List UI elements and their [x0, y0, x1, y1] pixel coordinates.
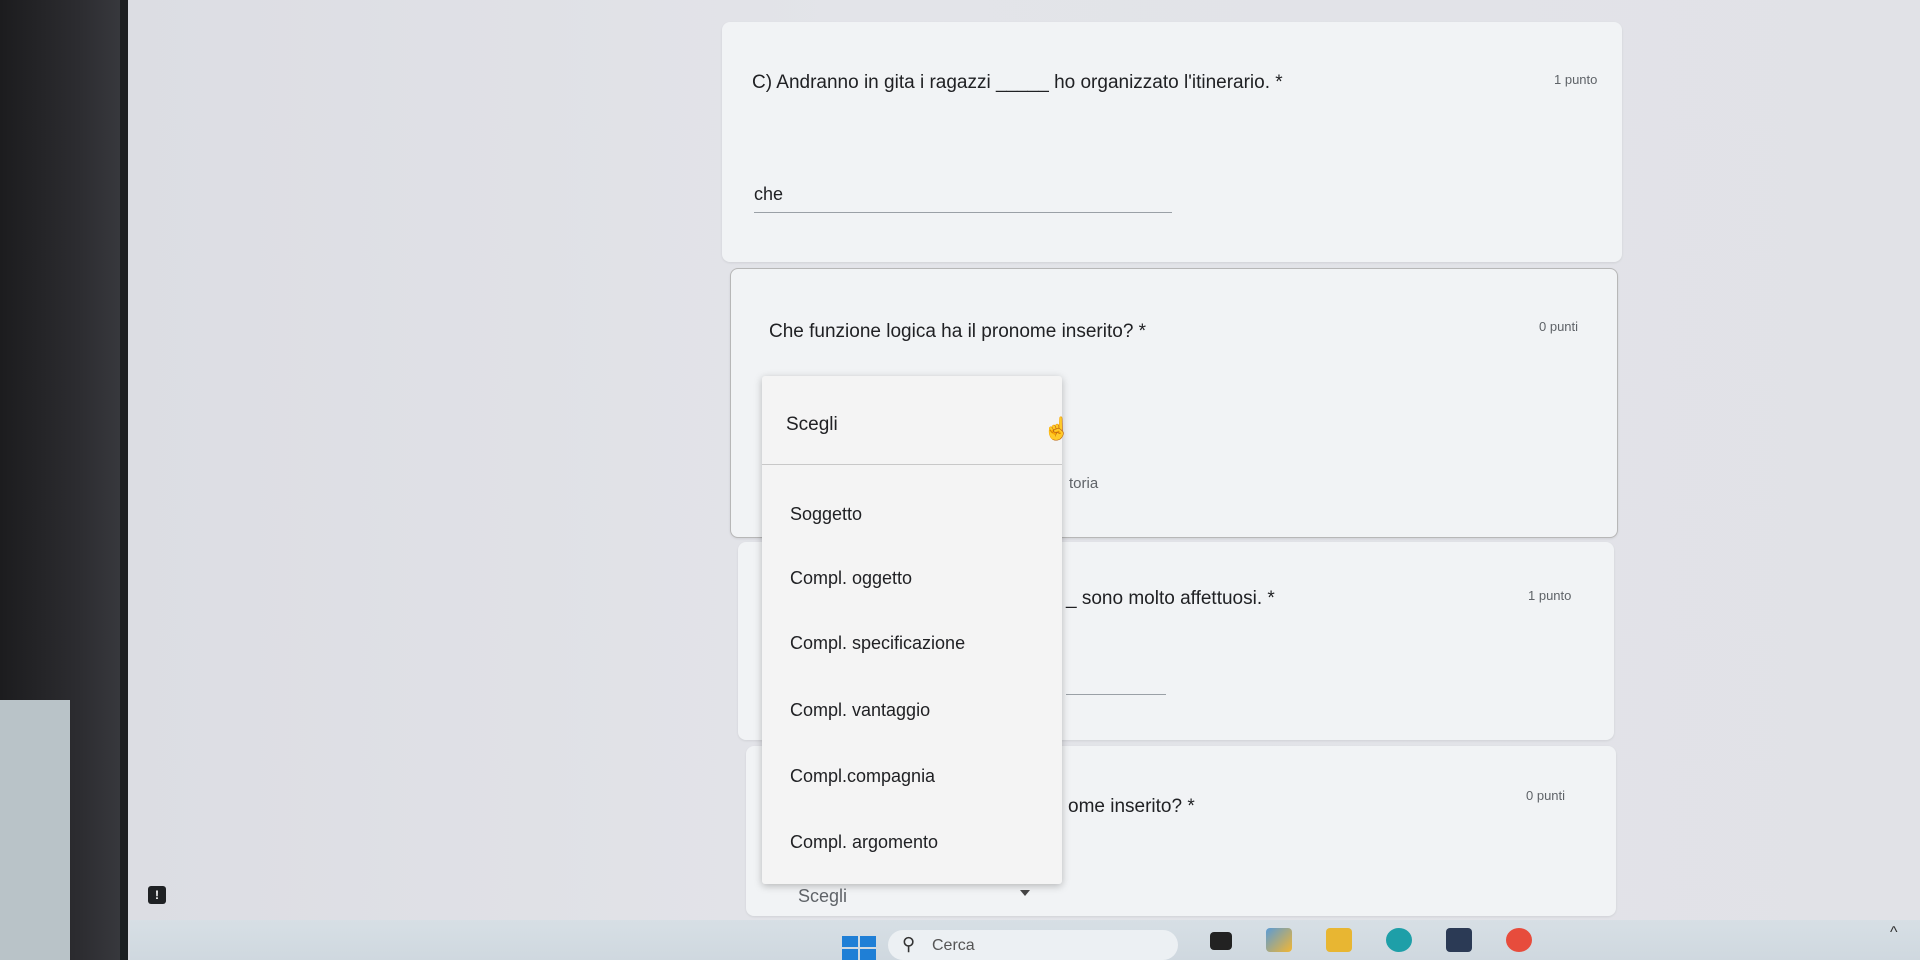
search-icon: ⚲: [902, 934, 916, 954]
taskbar: ⚲ Cerca ^: [130, 920, 1920, 960]
store-icon[interactable]: [1446, 928, 1472, 952]
question-text: ome inserito? *: [1068, 796, 1195, 817]
question-card-1: C) Andranno in gita i ragazzi _____ ho o…: [722, 22, 1622, 262]
points-label: 1 punto: [1528, 588, 1572, 603]
points-label: 1 punto: [1554, 72, 1598, 87]
hand-cursor-icon: ☝: [1043, 416, 1071, 441]
answer-select[interactable]: Scegli: [780, 880, 1040, 920]
dropdown-option[interactable]: Compl. argomento: [790, 832, 938, 853]
widgets-icon[interactable]: [1266, 928, 1292, 952]
task-view-icon[interactable]: [1210, 932, 1232, 950]
question-text: C) Andranno in gita i ragazzi _____ ho o…: [752, 72, 1283, 93]
answer-underline: [754, 212, 1172, 213]
dropdown-option[interactable]: Compl. vantaggio: [790, 700, 930, 721]
question-text: Che funzione logica ha il pronome inseri…: [769, 321, 1147, 342]
select-value: Scegli: [798, 886, 848, 906]
question-text: _ sono molto affettuosi. *: [1066, 588, 1275, 609]
chevron-down-icon: [1020, 890, 1030, 896]
taskbar-search[interactable]: ⚲ Cerca: [888, 930, 1178, 960]
dropdown-menu: Scegli Soggetto Compl. oggetto Compl. sp…: [762, 376, 1062, 884]
answer-value[interactable]: che: [754, 184, 783, 205]
dropdown-header[interactable]: Scegli: [762, 376, 1062, 465]
edge-browser-icon[interactable]: [1386, 928, 1412, 952]
search-placeholder: Cerca: [932, 937, 975, 954]
validation-message: toria: [1069, 475, 1099, 492]
windows-start-icon[interactable]: [842, 936, 876, 960]
dropdown-option[interactable]: Soggetto: [790, 504, 862, 525]
dropdown-option[interactable]: Compl.compagnia: [790, 766, 935, 787]
file-explorer-icon[interactable]: [1326, 928, 1352, 952]
monitor-bezel: [0, 0, 130, 960]
points-label: 0 punti: [1526, 788, 1566, 803]
dropdown-header-label: Scegli: [786, 414, 838, 435]
dropdown-option[interactable]: Compl. oggetto: [790, 568, 912, 589]
background-wall: [0, 700, 70, 960]
chevron-up-icon[interactable]: ^: [1890, 924, 1898, 942]
dropdown-option[interactable]: Compl. specificazione: [790, 633, 965, 654]
answer-underline: [1066, 694, 1166, 695]
alert-icon: !: [148, 886, 166, 904]
chrome-icon[interactable]: [1506, 928, 1532, 952]
points-label: 0 punti: [1539, 319, 1579, 334]
